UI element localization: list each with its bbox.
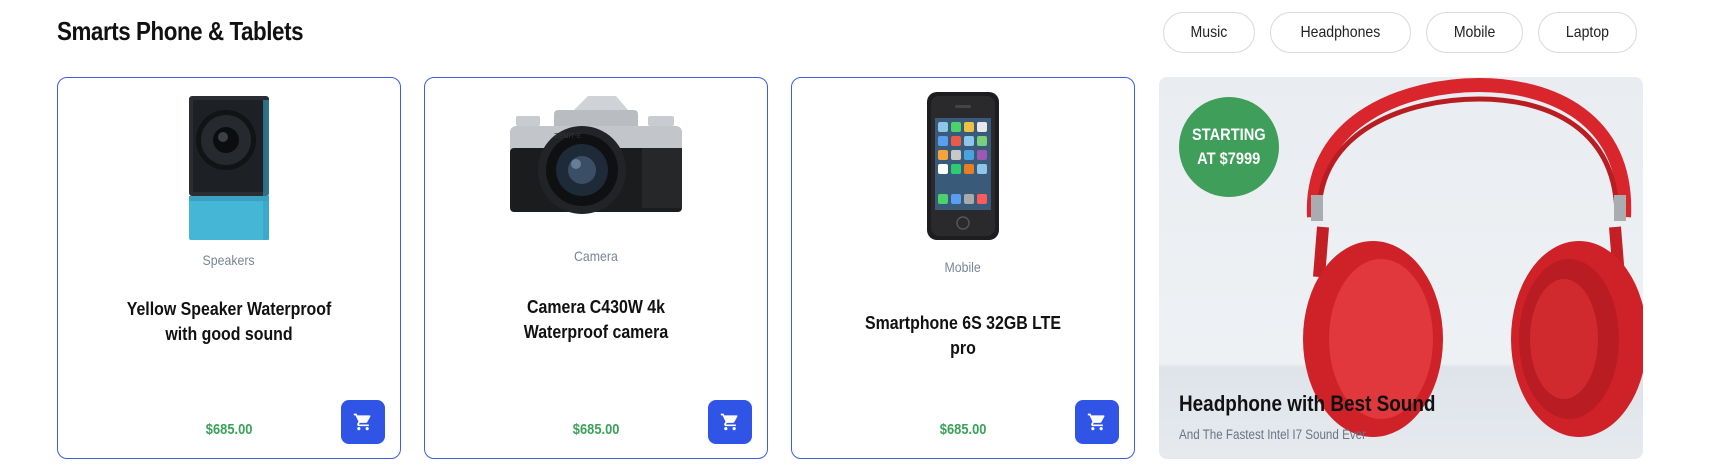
svg-text:ZENIT-E: ZENIT-E bbox=[554, 132, 581, 140]
add-to-cart-button[interactable] bbox=[1075, 400, 1119, 444]
add-to-cart-button[interactable] bbox=[341, 400, 385, 444]
camera-image[interactable]: ZENIT-E bbox=[425, 90, 767, 240]
price-badge: STARTING AT $7999 bbox=[1179, 97, 1279, 197]
product-name[interactable]: Smartphone 6S 32GB LTE pro bbox=[832, 310, 1094, 360]
cart-icon bbox=[720, 413, 738, 431]
product-category: Speakers bbox=[202, 252, 256, 268]
smartphone-image[interactable] bbox=[792, 90, 1134, 240]
filter-laptop-button[interactable]: Laptop bbox=[1538, 12, 1637, 53]
add-to-cart-button[interactable] bbox=[708, 400, 752, 444]
filter-label: Mobile bbox=[1453, 23, 1496, 41]
filter-headphones-button[interactable]: Headphones bbox=[1270, 12, 1411, 53]
filter-label: Headphones bbox=[1300, 23, 1381, 41]
filter-mobile-button[interactable]: Mobile bbox=[1425, 12, 1524, 53]
product-name[interactable]: Yellow Speaker Waterproof with good soun… bbox=[98, 296, 360, 346]
section-title: Smarts Phone & Tablets bbox=[57, 16, 304, 46]
product-category: Camera bbox=[574, 248, 618, 264]
filter-label: Music bbox=[1190, 23, 1228, 41]
product-name[interactable]: Camera C430W 4k Waterproof camera bbox=[465, 294, 727, 344]
filter-label: Laptop bbox=[1565, 23, 1610, 41]
filter-music-button[interactable]: Music bbox=[1163, 12, 1256, 53]
badge-line: AT $7999 bbox=[1197, 149, 1261, 168]
product-category: Mobile bbox=[944, 259, 982, 275]
product-card-speaker[interactable]: Speakers Yellow Speaker Waterproof with … bbox=[57, 77, 401, 459]
product-card-smartphone[interactable]: Mobile Smartphone 6S 32GB LTE pro $685.0… bbox=[791, 77, 1135, 459]
product-card-camera[interactable]: ZENIT-E Camera Camera C430W 4k Waterproo… bbox=[424, 77, 768, 459]
cart-icon bbox=[353, 413, 371, 431]
badge-line: STARTING bbox=[1192, 125, 1266, 144]
category-filters: Music Headphones Mobile Laptop bbox=[1163, 12, 1637, 53]
promo-title[interactable]: Headphone with Best Sound bbox=[1179, 391, 1435, 417]
speaker-image[interactable] bbox=[58, 90, 400, 240]
cart-icon bbox=[1087, 413, 1105, 431]
promo-banner[interactable]: STARTING AT $7999 Headphone with Best So… bbox=[1159, 77, 1643, 459]
promo-subtitle: And The Fastest Intel I7 Sound Ever bbox=[1179, 427, 1366, 442]
